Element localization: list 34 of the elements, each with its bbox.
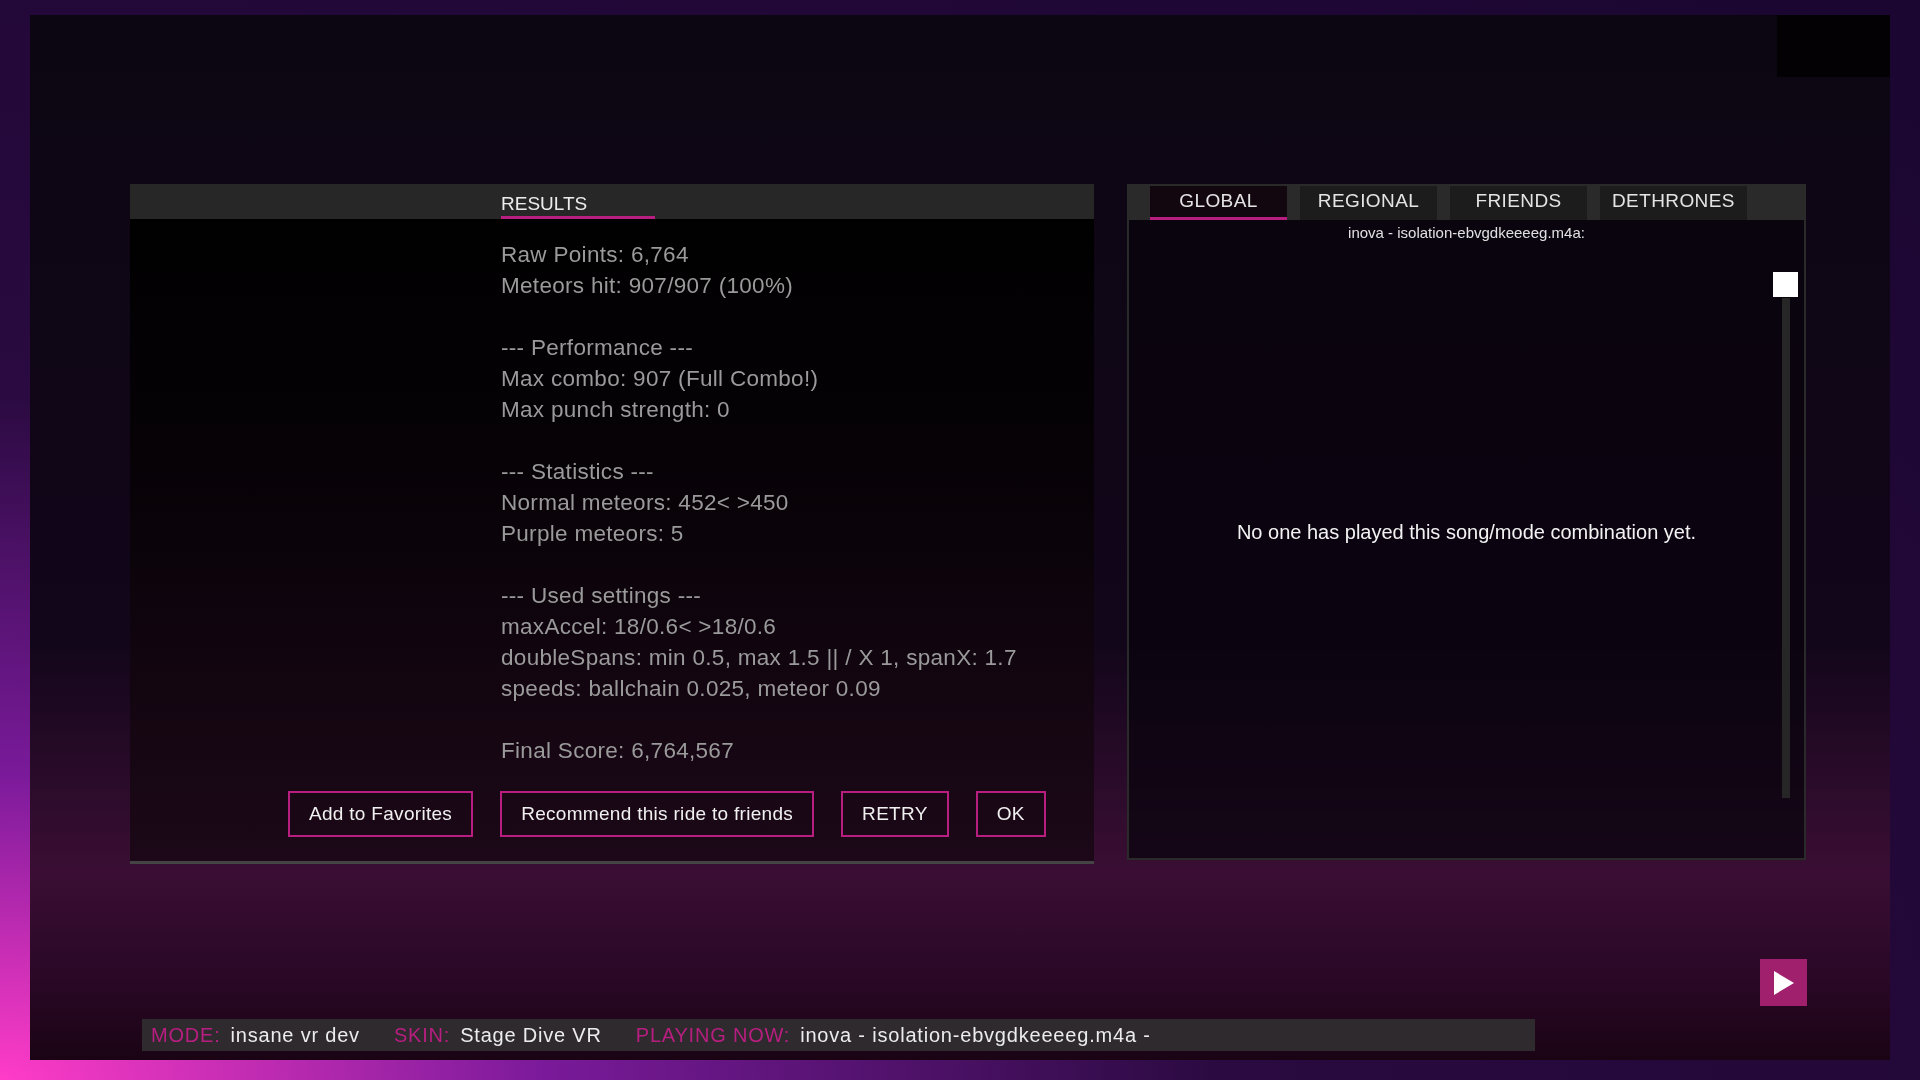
- action-button[interactable]: OK: [975, 791, 1046, 837]
- status-value: inova - isolation-ebvgdkeeeeg.m4a -: [800, 1023, 1151, 1048]
- result-line: Normal meteors: 452< >450: [501, 490, 789, 515]
- result-line: Meteors hit: 907/907 (100%): [501, 273, 793, 298]
- action-button[interactable]: Add to Favorites: [288, 791, 474, 837]
- leaderboard-tab[interactable]: FRIENDS: [1450, 186, 1587, 220]
- leaderboard-tab[interactable]: REGIONAL: [1300, 186, 1437, 220]
- leaderboard-tab[interactable]: GLOBAL: [1150, 186, 1287, 220]
- results-tab[interactable]: RESULTS: [501, 184, 655, 219]
- play-icon: [1773, 970, 1794, 995]
- result-line: --- Used settings ---: [501, 583, 702, 608]
- status-label: MODE:: [151, 1023, 221, 1048]
- result-line: Max combo: 907 (Full Combo!): [501, 366, 819, 391]
- play-button[interactable]: [1760, 959, 1807, 1006]
- result-line: Final Score: 6,764,567: [501, 738, 734, 763]
- song-title: inova - isolation-ebvgdkeeeeg.m4a:: [1347, 223, 1586, 243]
- result-line: Purple meteors: 5: [501, 521, 684, 546]
- action-button[interactable]: Recommend this ride to friends: [500, 791, 815, 837]
- result-line: Max punch strength: 0: [501, 397, 730, 422]
- result-line: speeds: ballchain 0.025, meteor 0.09: [501, 676, 881, 701]
- result-line: Raw Points: 6,764: [501, 242, 689, 267]
- status-value: insane vr dev: [230, 1023, 360, 1048]
- result-line: --- Statistics ---: [501, 459, 654, 484]
- action-button[interactable]: RETRY: [841, 791, 949, 837]
- status-label: PLAYING NOW:: [635, 1023, 791, 1048]
- status-value: Stage Dive VR: [460, 1023, 602, 1048]
- result-line: maxAccel: 18/0.6< >18/0.6: [501, 614, 777, 639]
- empty-leaderboard-message: No one has played this song/mode combination yet.: [1236, 520, 1697, 543]
- scrollbar-track[interactable]: [1782, 298, 1790, 798]
- result-line: --- Performance ---: [501, 335, 693, 360]
- status-label: SKIN:: [393, 1023, 451, 1048]
- scrollbar-thumb[interactable]: [1773, 272, 1798, 297]
- leaderboard-tab[interactable]: DETHRONES: [1600, 186, 1747, 220]
- result-line: doubleSpans: min 0.5, max 1.5 || / X 1, spanX: 1.7: [501, 645, 1017, 670]
